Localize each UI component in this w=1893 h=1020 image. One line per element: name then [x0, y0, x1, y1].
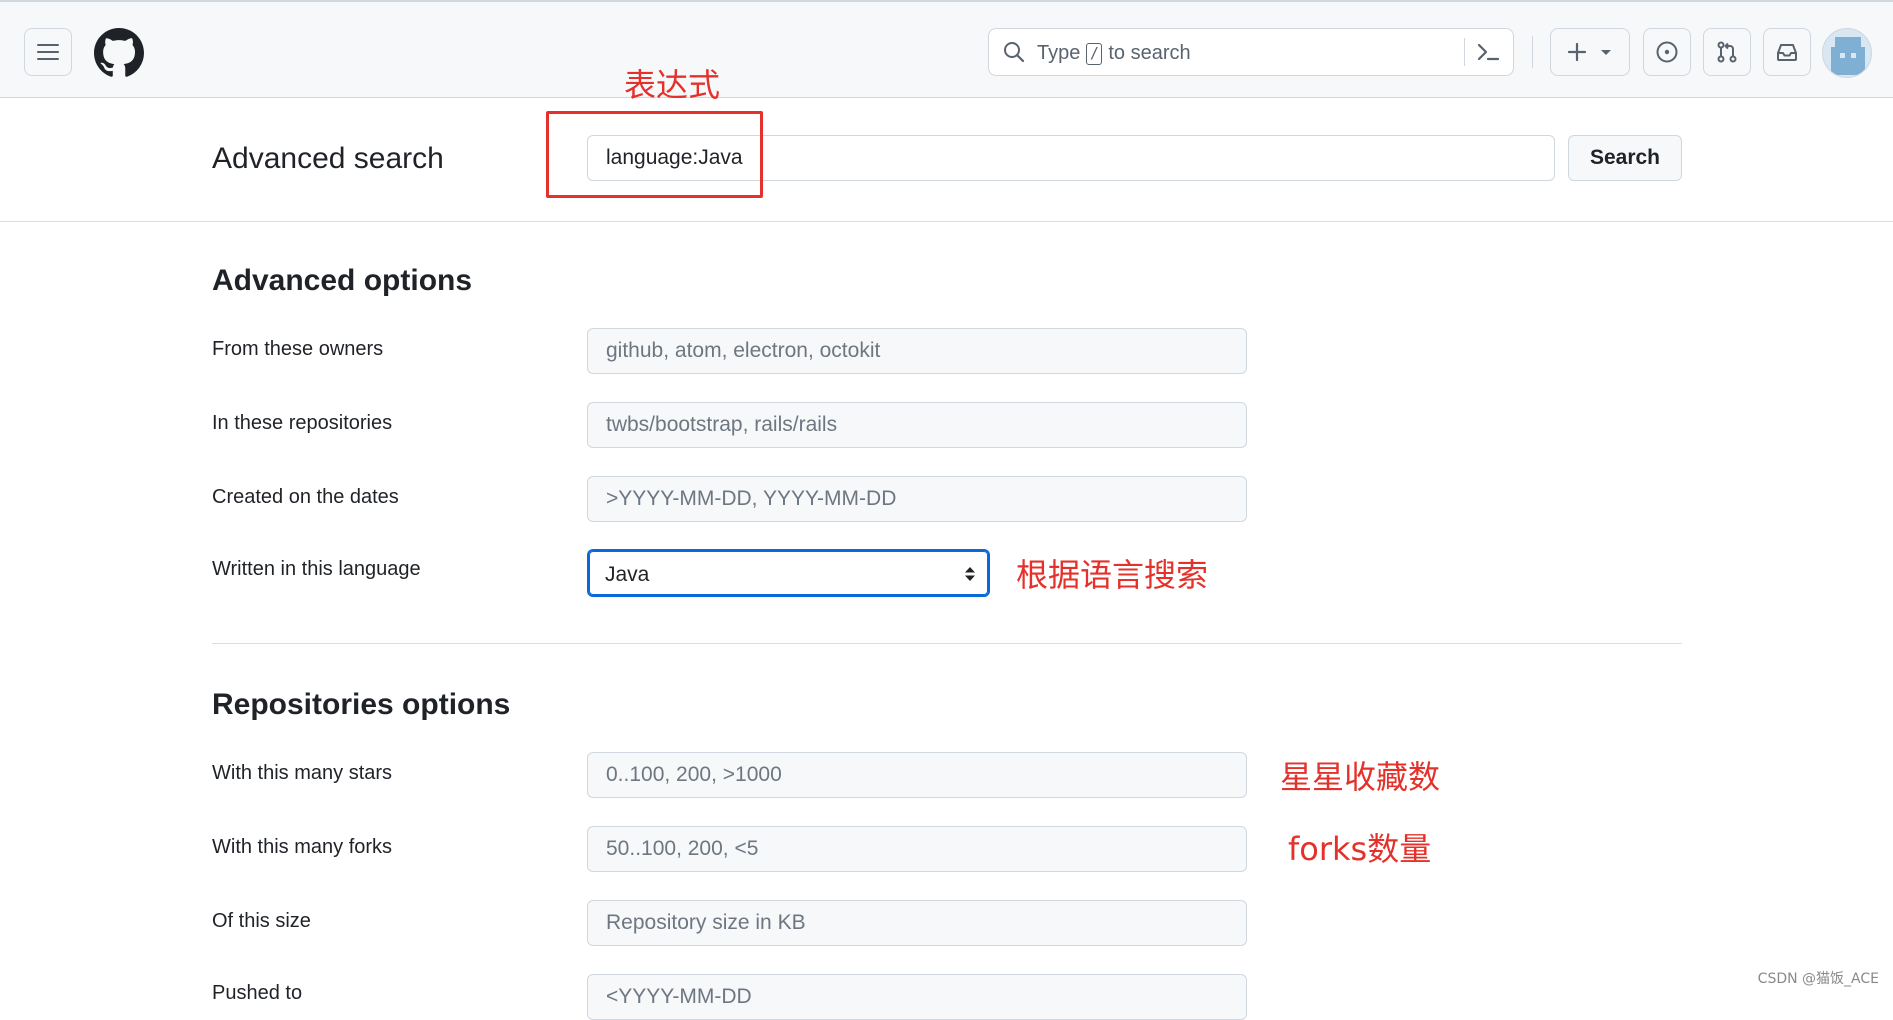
advanced-search-query-input[interactable]: [587, 135, 1555, 181]
slash-key-hint: /: [1086, 42, 1103, 65]
inbox-button[interactable]: [1763, 28, 1811, 76]
stars-label: With this many stars: [212, 762, 393, 784]
pull-requests-button[interactable]: [1703, 28, 1751, 76]
search-icon: [1004, 42, 1025, 63]
hamburger-menu-icon: [37, 44, 59, 60]
forks-label: With this many forks: [212, 836, 393, 858]
issues-button[interactable]: [1643, 28, 1691, 76]
annotation-expression: 表达式: [624, 66, 721, 104]
search-button[interactable]: Search: [1568, 135, 1682, 181]
avatar-image-icon: [1823, 29, 1871, 77]
annotation-stars: 星星收藏数: [1280, 758, 1441, 796]
forks-input[interactable]: [587, 826, 1247, 872]
pushed-input[interactable]: [587, 974, 1247, 1020]
annotation-forks: forks数量: [1288, 830, 1432, 868]
stars-input[interactable]: [587, 752, 1247, 798]
global-search-placeholder: Type / to search: [1037, 42, 1191, 65]
repositories-options-title: Repositories options: [212, 688, 511, 721]
watermark: CSDN @猫饭_ACE: [1757, 971, 1879, 987]
size-input[interactable]: [587, 900, 1247, 946]
section-divider: [212, 643, 1682, 644]
issue-opened-icon: [1656, 41, 1678, 63]
inbox-icon: [1777, 44, 1797, 61]
global-search-input[interactable]: Type / to search: [988, 28, 1514, 76]
user-avatar[interactable]: [1822, 28, 1872, 78]
created-dates-input[interactable]: [587, 476, 1247, 522]
menu-button[interactable]: [24, 28, 72, 76]
global-header: Type / to search: [0, 0, 1893, 98]
plus-icon: [1567, 42, 1587, 62]
annotation-by-language: 根据语言搜索: [1016, 556, 1209, 594]
advanced-search-bar: Advanced search Search: [0, 98, 1893, 222]
repositories-input[interactable]: [587, 402, 1247, 448]
select-arrows-icon: [965, 567, 975, 581]
command-palette-icon[interactable]: [1475, 39, 1501, 65]
owners-input[interactable]: [587, 328, 1247, 374]
repositories-label: In these repositories: [212, 412, 393, 434]
triangle-down-icon: [1601, 50, 1611, 55]
advanced-options-title: Advanced options: [212, 264, 473, 297]
owners-label: From these owners: [212, 338, 384, 360]
language-selected-value: Java: [605, 563, 650, 586]
create-new-button[interactable]: [1550, 28, 1630, 76]
github-logo-icon[interactable]: [94, 28, 144, 78]
language-label: Written in this language: [212, 558, 421, 580]
language-select[interactable]: Java: [587, 549, 990, 597]
git-pull-request-icon: [1717, 41, 1737, 63]
size-label: Of this size: [212, 910, 311, 932]
created-dates-label: Created on the dates: [212, 486, 399, 508]
page-title: Advanced search: [212, 142, 444, 175]
